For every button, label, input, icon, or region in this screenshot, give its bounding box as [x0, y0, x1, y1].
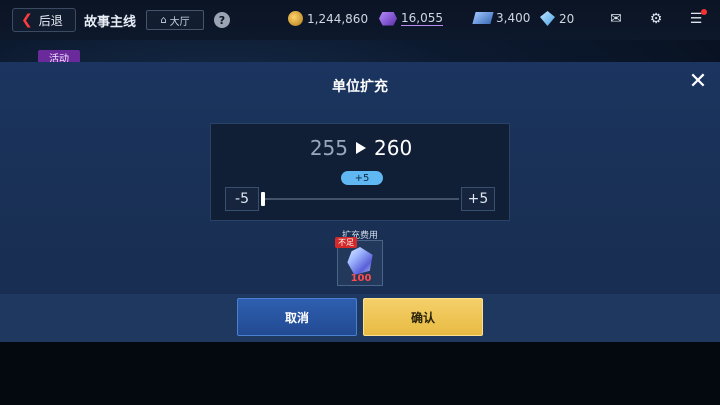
ticket-icon	[472, 12, 494, 24]
arrow-right-icon	[356, 142, 366, 154]
new-count: 260	[374, 136, 413, 160]
bottom-area	[0, 342, 720, 405]
top-bar: ❮ 后退 故事主线 ⌂ 大厅 ? 1,244,860 16,055 3,400 …	[0, 0, 720, 40]
gear-icon[interactable]: ⚙	[648, 12, 664, 26]
ticket-value: 3,400	[496, 11, 531, 25]
dialog-footer	[0, 294, 720, 342]
notification-dot	[701, 9, 707, 15]
cancel-button[interactable]: 取消	[237, 298, 357, 336]
resource-coin[interactable]: 1,244,860	[288, 11, 368, 26]
dialog-title: 单位扩充	[332, 79, 388, 95]
hall-button[interactable]: ⌂ 大厅	[146, 10, 204, 30]
coin-value: 1,244,860	[307, 11, 369, 26]
resource-ticket[interactable]: 3,400	[472, 11, 531, 25]
gem-icon	[540, 11, 555, 26]
back-label: 后退	[38, 13, 63, 28]
hall-label: 大厅	[169, 16, 190, 28]
resource-gem[interactable]: 20	[540, 11, 574, 26]
increase-button[interactable]: +5	[461, 187, 495, 211]
delta-badge: +5	[341, 171, 383, 185]
unit-expand-dialog: 单位扩充 ✕ 255 260 +5 -5 +5 扩充费用 不足 100 取消 确…	[0, 62, 720, 342]
back-button[interactable]: ❮ 后退	[12, 8, 76, 32]
help-icon[interactable]: ?	[214, 12, 230, 28]
insufficient-badge: 不足	[335, 237, 357, 248]
mail-icon[interactable]: ✉	[608, 12, 624, 26]
confirm-button[interactable]: 确认	[363, 298, 483, 336]
home-icon: ⌂	[160, 14, 167, 26]
current-count: 255	[309, 136, 348, 160]
purple-crystal-icon	[379, 11, 397, 26]
resource-purple-crystal[interactable]: 16,055	[379, 11, 443, 26]
count-row: 255 260	[211, 136, 511, 160]
gem-value: 20	[559, 11, 575, 26]
back-arrow-icon: ❮	[21, 12, 33, 28]
cost-item[interactable]: 不足 100	[335, 237, 383, 286]
decrease-button[interactable]: -5	[225, 187, 259, 211]
close-icon[interactable]: ✕	[688, 71, 708, 93]
expand-panel: 255 260 +5 -5 +5	[210, 123, 510, 221]
menu-icon[interactable]: ☰	[688, 9, 707, 26]
coin-icon	[288, 11, 303, 26]
slider-handle[interactable]	[261, 192, 265, 206]
crystal-icon	[347, 247, 373, 275]
purple-crystal-value: 16,055	[401, 11, 443, 26]
cost-amount: 100	[350, 273, 372, 284]
slider-track[interactable]	[263, 198, 459, 200]
page-title: 故事主线	[84, 15, 137, 30]
